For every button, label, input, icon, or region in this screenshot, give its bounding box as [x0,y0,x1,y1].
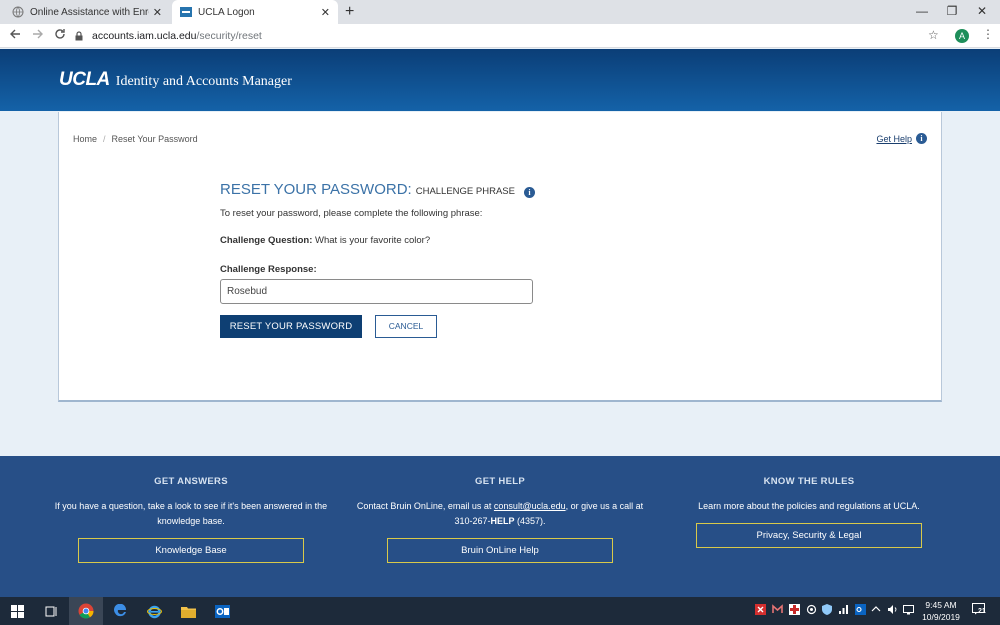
url-host: accounts.iam.ucla.edu [92,30,197,42]
task-view-icon[interactable] [34,597,68,625]
window-close-button[interactable]: ✕ [959,0,1000,24]
tab-close-icon[interactable]: ✕ [321,6,330,19]
os-taskbar: 9:45 AM 10/9/2019 21 [0,597,1000,625]
footer-help-text-before: Contact Bruin OnLine, email us at [356,501,494,511]
shield-tray-icon[interactable] [822,604,832,617]
get-help-link[interactable]: Get Help i [876,133,927,144]
address-bar[interactable]: accounts.iam.ucla.edu/security/reset [74,26,944,46]
email-link[interactable]: consult@ucla.edu [494,501,566,511]
site-brand[interactable]: UCLA Identity and Accounts Manager [59,69,292,91]
tab-online-assistance[interactable]: Online Assistance with Enrollment ✕ [4,0,170,24]
chevron-up-icon[interactable] [871,604,881,616]
breadcrumb: Home / Reset Your Password [73,134,198,144]
privacy-security-legal-button[interactable]: Privacy, Security & Legal [696,523,922,548]
notification-count: 21 [978,608,986,615]
challenge-response-input[interactable] [220,279,533,304]
chrome-icon[interactable] [69,597,103,625]
file-explorer-icon[interactable] [171,597,205,625]
tab-label: Online Assistance with Enrollment [30,6,149,18]
footer-heading: GET ANSWERS [154,476,228,487]
breadcrumb-home[interactable]: Home [73,134,97,144]
volume-icon[interactable] [887,604,898,617]
back-icon[interactable] [6,27,24,45]
system-clock[interactable]: 9:45 AM 10/9/2019 [918,599,964,623]
edge-icon[interactable] [103,597,137,625]
footer-heading: GET HELP [475,476,525,487]
get-help-label[interactable]: Get Help [876,134,912,144]
challenge-question-text: What is your favorite color? [312,235,431,246]
ucla-logo: UCLA [59,69,110,90]
challenge-response-label: Challenge Response: [220,264,317,275]
account-avatar[interactable]: A [955,29,969,43]
footer-text: Learn more about the policies and regula… [698,501,920,511]
challenge-question: Challenge Question: What is your favorit… [220,235,430,246]
app-name: Identity and Accounts Manager [115,74,292,89]
footer-text: Contact Bruin OnLine, email us at consul… [350,499,650,529]
reload-icon[interactable] [51,27,69,45]
ucla-favicon-icon [180,7,192,17]
footer-text: If you have a question, take a look to s… [54,501,328,526]
browser-toolbar: accounts.iam.ucla.edu/security/reset ☆ A… [0,24,1000,48]
globe-icon [12,6,24,18]
browser-menu-icon[interactable]: ⋮ [982,27,994,41]
breadcrumb-separator: / [103,134,106,144]
reset-password-card: Home / Reset Your Password Get Help i RE… [58,112,942,402]
forward-icon[interactable] [29,27,47,45]
intro-text: To reset your password, please complete … [220,208,483,219]
notification-center-icon[interactable]: 21 [972,603,990,619]
clock-date: 10/9/2019 [922,612,960,622]
mail-tray-icon[interactable] [772,604,783,617]
outlook-icon[interactable] [205,597,239,625]
clock-time: 9:45 AM [925,600,957,610]
footer-help-word: HELP [490,516,515,526]
page-title-sub: CHALLENGE PHRASE [415,186,515,197]
site-footer: GET ANSWERS If you have a question, take… [0,456,1000,597]
outlook-tray-icon[interactable] [855,604,866,617]
windows-start-icon[interactable] [0,597,34,625]
footer-help-text-after: (4357). [514,516,546,526]
tab-label: UCLA Logon [198,6,255,18]
display-tray-icon[interactable] [903,604,914,617]
network-tray-icon[interactable] [838,604,849,617]
bruin-online-help-button[interactable]: Bruin OnLine Help [387,538,613,563]
sync-tray-icon[interactable] [806,604,817,617]
page-title: RESET YOUR PASSWORD: CHALLENGE PHRASE i [220,181,535,198]
tab-close-icon[interactable]: ✕ [153,6,162,19]
page-title-main: RESET YOUR PASSWORD: [220,181,412,198]
lock-icon [75,31,83,41]
info-icon[interactable]: i [916,133,927,144]
browser-tab-strip: Online Assistance with Enrollment ✕ UCLA… [0,0,1000,24]
bookmark-star-icon[interactable]: ☆ [928,28,939,42]
info-icon[interactable]: i [523,187,535,198]
cancel-button[interactable]: CANCEL [375,315,437,338]
footer-heading: KNOW THE RULES [763,476,855,487]
breadcrumb-current: Reset Your Password [111,134,198,144]
knowledge-base-button[interactable]: Knowledge Base [78,538,304,563]
new-tab-button[interactable]: + [345,3,354,21]
challenge-question-label: Challenge Question: [220,235,313,246]
tab-ucla-logon[interactable]: UCLA Logon ✕ [172,0,338,24]
url-path: /security/reset [196,30,262,42]
reset-password-button[interactable]: RESET YOUR PASSWORD [220,315,362,338]
antivirus-tray-icon[interactable] [755,604,766,617]
security-tray-icon[interactable] [789,604,800,617]
internet-explorer-icon[interactable] [137,597,171,625]
